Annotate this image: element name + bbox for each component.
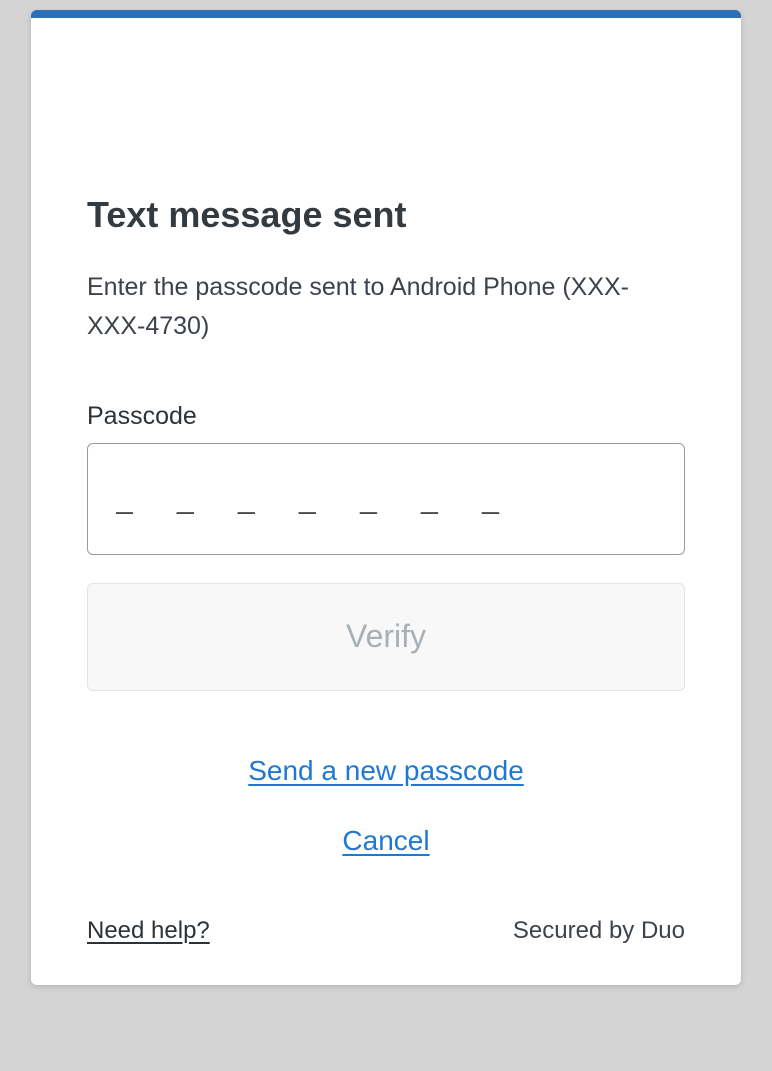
passcode-label: Passcode	[87, 402, 685, 431]
footer: Need help? Secured by Duo	[87, 917, 685, 945]
send-new-passcode-link[interactable]: Send a new passcode	[248, 755, 524, 787]
secured-by-label: Secured by Duo	[513, 917, 685, 945]
logo-spacer	[87, 74, 685, 194]
need-help-link[interactable]: Need help?	[87, 917, 210, 945]
passcode-input[interactable]	[87, 443, 685, 555]
verify-button[interactable]: Verify	[87, 583, 685, 691]
page-title: Text message sent	[87, 194, 685, 236]
cancel-link[interactable]: Cancel	[342, 825, 429, 857]
instruction-text: Enter the passcode sent to Android Phone…	[87, 268, 685, 346]
action-links: Send a new passcode Cancel	[87, 755, 685, 857]
auth-card: Text message sent Enter the passcode sen…	[31, 10, 741, 985]
